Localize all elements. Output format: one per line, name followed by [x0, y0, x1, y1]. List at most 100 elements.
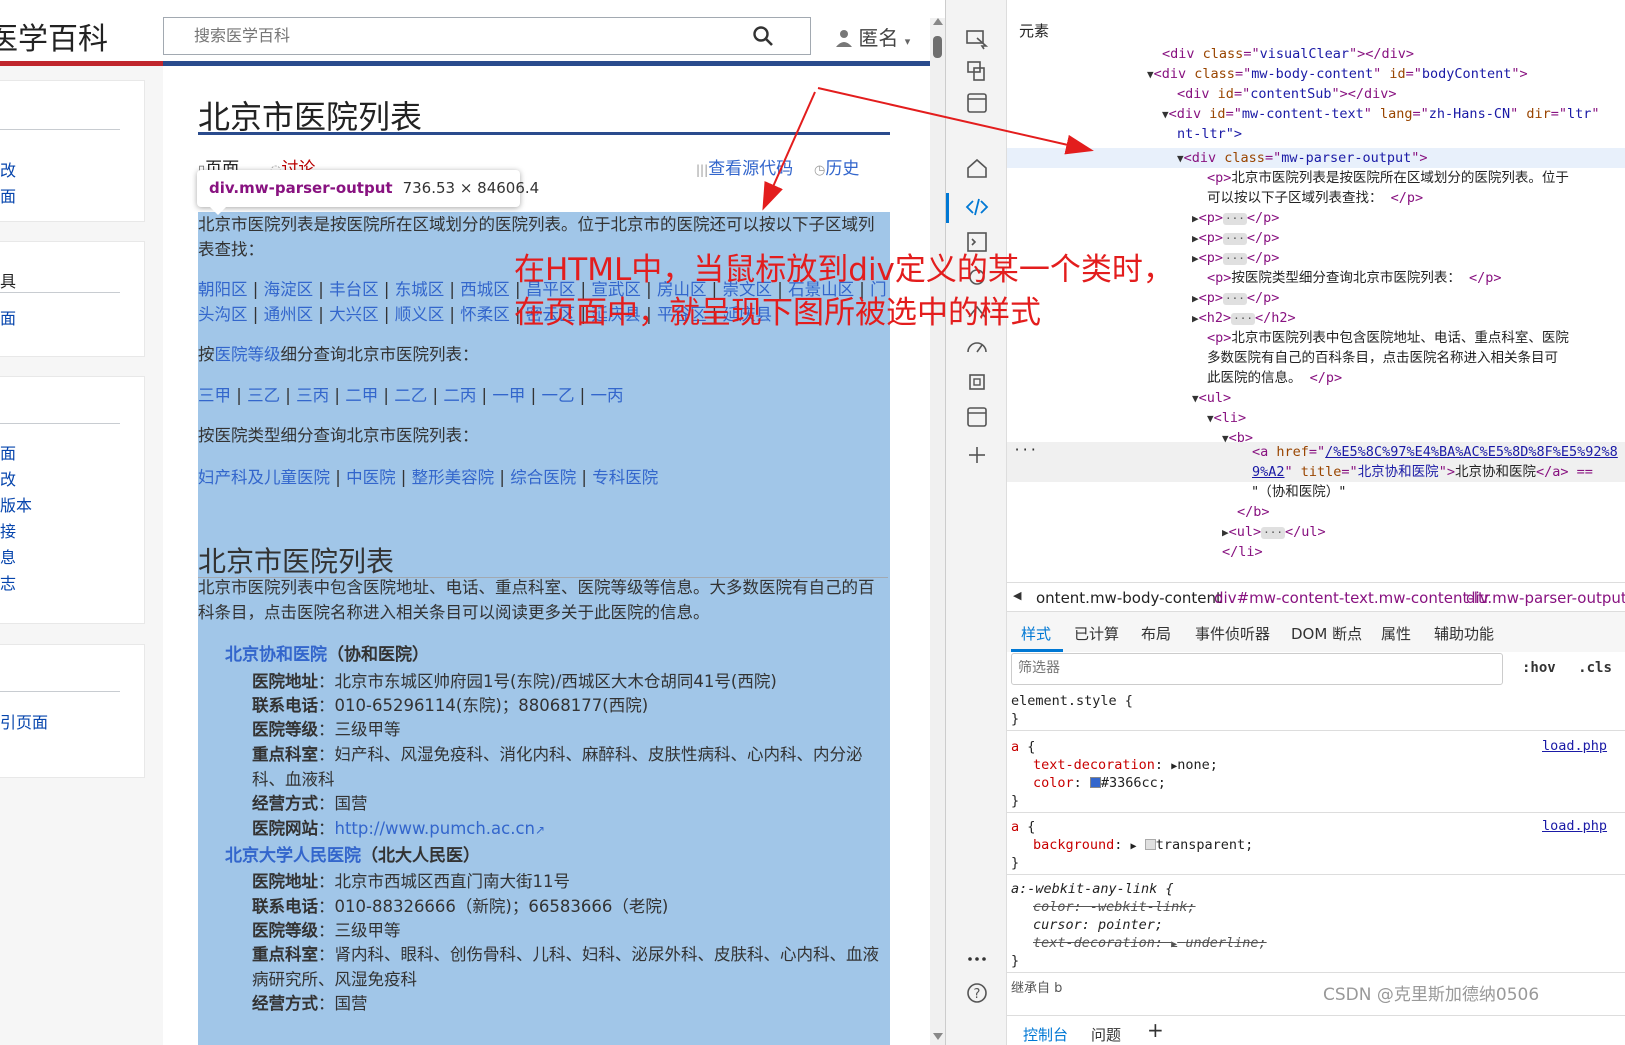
grade-link[interactable]: 二丙 — [443, 386, 476, 405]
tab-history[interactable]: ◷历史 — [814, 154, 859, 179]
dom-node[interactable]: ▼<ul> — [1192, 388, 1231, 409]
rule-element-style[interactable]: element.style { — [1011, 692, 1133, 710]
sidebar-item[interactable]: 面 — [0, 183, 16, 207]
sidebar-item[interactable]: 改 — [0, 466, 16, 490]
type-link[interactable]: 综合医院 — [510, 468, 576, 487]
style-declaration[interactable]: color: #3366cc; — [1033, 774, 1166, 792]
tab-event-listeners[interactable]: 事件侦听器 — [1195, 623, 1270, 644]
site-logo[interactable]: 医学百科 — [0, 14, 108, 58]
grade-link[interactable]: 三丙 — [296, 386, 329, 405]
district-link[interactable]: 东城区 — [395, 280, 445, 299]
hov-toggle[interactable]: :hov — [1522, 660, 1556, 676]
type-link[interactable]: 整形美容院 — [412, 468, 495, 487]
grade-link[interactable]: 一甲 — [492, 386, 525, 405]
type-link[interactable]: 专科医院 — [592, 468, 658, 487]
dom-text-node[interactable]: "（协和医院）" — [1252, 482, 1345, 502]
sidebar-item[interactable]: 接 — [0, 518, 16, 542]
add-tool-icon[interactable] — [965, 444, 989, 466]
page-scrollbar[interactable] — [930, 18, 945, 1045]
style-declaration[interactable]: background: ▶ transparent; — [1033, 836, 1253, 856]
sidebar-item[interactable]: 版本 — [0, 492, 32, 516]
dom-node[interactable]: <p>北京市医院列表是按医院所在区域划分的医院列表。位于 — [1207, 168, 1569, 188]
panel-title[interactable]: 元素 — [1019, 20, 1049, 41]
dom-node[interactable]: <p>按医院类型细分查询北京市医院列表： </p> — [1207, 268, 1502, 288]
style-declaration[interactable]: cursor: pointer; — [1033, 916, 1163, 934]
dom-node[interactable]: <p>北京市医院列表中包含医院地址、电话、重点科室、医院 — [1207, 328, 1569, 348]
breadcrumb-scroll-left-icon[interactable]: ◀ — [1013, 589, 1021, 602]
dom-node-selected[interactable]: ▼<div class="mw-parser-output"> — [1177, 148, 1428, 169]
dom-node[interactable]: ▼<div class="mw-body-content" id="bodyCo… — [1147, 64, 1528, 85]
dom-node[interactable]: ▼<b> — [1222, 428, 1253, 449]
dom-node[interactable]: ▶<ul> ··· </ul> — [1222, 522, 1326, 543]
dom-node[interactable]: </b> — [1237, 502, 1270, 522]
dom-node[interactable]: ▶<p> ··· </p> — [1192, 228, 1279, 249]
type-link[interactable]: 妇产科及儿童医院 — [198, 468, 330, 487]
more-tools-icon[interactable] — [965, 948, 989, 970]
scroll-down-icon[interactable] — [933, 1033, 943, 1040]
rule-selector[interactable]: a { — [1011, 738, 1035, 756]
district-link[interactable]: 海淀区 — [264, 280, 314, 299]
breadcrumb-item[interactable]: div#mw-content-text.mw-content-ltr — [1214, 589, 1490, 607]
hospital-link[interactable]: 北京协和医院 — [225, 645, 327, 665]
style-declaration-overridden[interactable]: text-decoration: ▶ underline; — [1033, 934, 1267, 954]
grade-link[interactable]: 医院等级 — [215, 345, 281, 364]
dom-node-hovered[interactable]: <a href="/%E5%8C%97%E4%BA%AC%E5%8D%8F%E5… — [1252, 442, 1618, 462]
grade-link[interactable]: 一乙 — [541, 386, 574, 405]
district-link[interactable]: 朝阳区 — [198, 280, 248, 299]
styles-filter[interactable] — [1011, 653, 1503, 685]
hospital-link[interactable]: 北京大学人民医院 — [225, 846, 361, 866]
tab-dom-breakpoints[interactable]: DOM 断点 — [1291, 623, 1362, 644]
dom-node[interactable]: ▶<p> ··· </p> — [1192, 288, 1279, 309]
search-input[interactable] — [194, 26, 714, 45]
tab-styles[interactable]: 样式 — [1021, 623, 1051, 644]
sidebar-item[interactable]: 面 — [0, 305, 16, 329]
grade-link[interactable]: 三乙 — [247, 386, 280, 405]
scroll-thumb[interactable] — [933, 36, 942, 58]
device-icon[interactable] — [965, 60, 989, 82]
memory-icon[interactable] — [965, 371, 989, 393]
district-link[interactable]: 西城区 — [460, 280, 510, 299]
district-link[interactable]: 怀柔区 — [460, 305, 510, 324]
breadcrumb-item[interactable]: ontent.mw-body-content — [1036, 589, 1222, 607]
more-icon[interactable]: ··· — [1013, 440, 1037, 460]
dom-node[interactable]: ▶<p> ··· </p> — [1192, 208, 1279, 229]
sidebar-item[interactable]: 息 — [0, 544, 16, 568]
inspect-icon[interactable] — [965, 28, 989, 50]
hospital-website-link[interactable]: http://www.pumch.ac.cn — [335, 819, 536, 838]
district-link[interactable]: 顺义区 — [395, 305, 445, 324]
cls-toggle[interactable]: .cls — [1578, 660, 1612, 676]
type-link[interactable]: 中医院 — [346, 468, 396, 487]
rule-selector[interactable]: a { — [1011, 818, 1035, 836]
scroll-up-icon[interactable] — [933, 18, 943, 25]
tab-accessibility[interactable]: 辅助功能 — [1434, 623, 1494, 644]
dom-node[interactable]: ▼<div id="mw-content-text" lang="zh-Hans… — [1162, 104, 1600, 125]
rule-source-link[interactable]: load.php — [1542, 738, 1607, 754]
elements-icon[interactable] — [965, 196, 989, 218]
tab-layout[interactable]: 布局 — [1141, 623, 1171, 644]
help-icon[interactable]: ? — [965, 982, 989, 1004]
tab-view-source[interactable]: |||查看源代码 — [696, 154, 793, 179]
district-link[interactable]: 丰台区 — [329, 280, 379, 299]
breadcrumb-item[interactable]: div.mw-parser-output — [1466, 589, 1625, 607]
dom-node[interactable]: </li> — [1222, 542, 1263, 562]
tab-computed[interactable]: 已计算 — [1074, 623, 1119, 644]
district-link[interactable]: 通州区 — [264, 305, 314, 324]
sidebar-item[interactable]: 引页面 — [0, 709, 48, 733]
grade-link[interactable]: 一丙 — [591, 386, 624, 405]
grade-link[interactable]: 二乙 — [394, 386, 427, 405]
user-menu[interactable]: 匿名 ▾ — [836, 22, 910, 52]
grade-link[interactable]: 二甲 — [345, 386, 378, 405]
tab-properties[interactable]: 属性 — [1381, 623, 1411, 644]
dom-node[interactable]: <div class="visualClear"></div> — [1162, 44, 1414, 64]
tab-issues[interactable]: 问题 — [1091, 1024, 1121, 1045]
dock-icon[interactable] — [965, 92, 989, 114]
transparent-swatch[interactable] — [1144, 839, 1156, 850]
grade-link[interactable]: 三甲 — [198, 386, 231, 405]
search-box[interactable] — [163, 17, 811, 55]
performance-icon[interactable] — [965, 336, 989, 358]
style-declaration-overridden[interactable]: color: -webkit-link; — [1033, 898, 1196, 916]
dom-node[interactable]: <div id="contentSub"></div> — [1177, 84, 1397, 104]
dom-node[interactable]: ▶<h2> ··· </h2> — [1192, 308, 1296, 329]
district-link[interactable]: 大兴区 — [329, 305, 379, 324]
add-tab-icon[interactable]: + — [1147, 1018, 1164, 1042]
